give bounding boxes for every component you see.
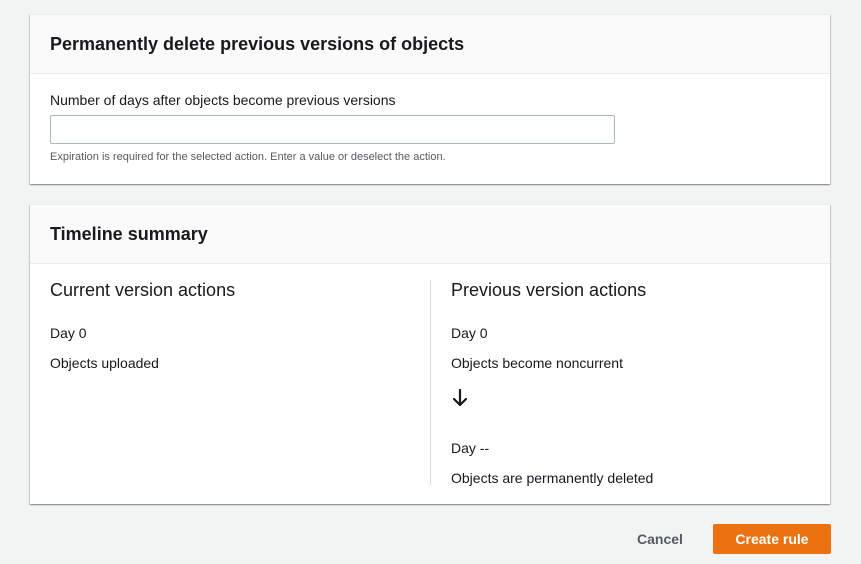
previous-event-start-label: Objects become noncurrent: [451, 355, 623, 371]
panel-title: Timeline summary: [50, 223, 208, 244]
panel-header: Timeline summary: [30, 205, 830, 264]
previous-day-start-label: Day 0: [451, 325, 488, 341]
arrow-down-icon: [452, 388, 468, 407]
column-title: Current version actions: [50, 280, 236, 300]
current-event-label: Objects uploaded: [50, 355, 159, 371]
current-day-label: Day 0: [50, 325, 87, 341]
days-field-label: Number of days after objects become prev…: [50, 92, 396, 108]
previous-event-end-label: Objects are permanently deleted: [451, 470, 654, 486]
column-title: Previous version actions: [451, 280, 647, 300]
cancel-button[interactable]: Cancel: [625, 524, 695, 554]
delete-previous-versions-panel: Permanently delete previous versions of …: [30, 14, 830, 184]
help-text: Expiration is required for the selected …: [50, 151, 446, 163]
days-input[interactable]: [50, 115, 615, 144]
current-version-column: Current version actions Day 0 Objects up…: [30, 264, 430, 504]
previous-day-end-label: Day --: [451, 440, 490, 456]
timeline-summary-panel: Timeline summary Current version actions…: [30, 204, 830, 504]
panel-header: Permanently delete previous versions of …: [30, 15, 830, 74]
create-rule-button[interactable]: Create rule: [713, 524, 831, 554]
previous-version-column: Previous version actions Day 0 Objects b…: [430, 264, 830, 504]
panel-title: Permanently delete previous versions of …: [50, 33, 465, 54]
